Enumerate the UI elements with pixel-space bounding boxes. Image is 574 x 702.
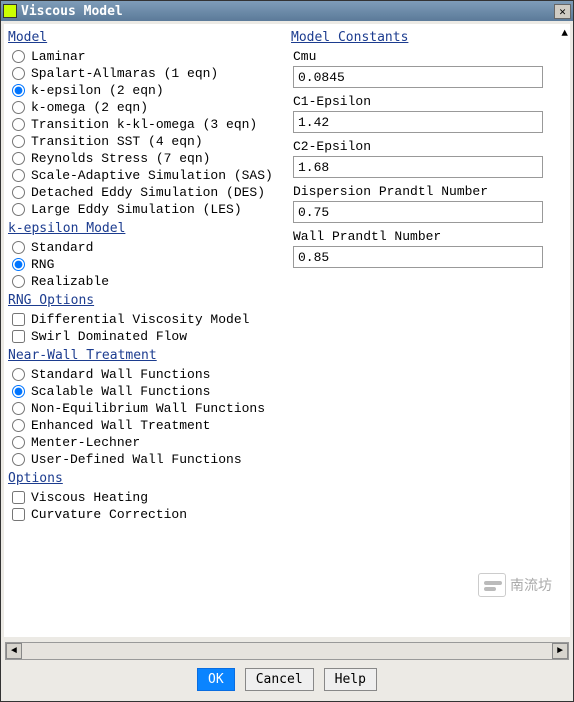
rng-option[interactable]: Swirl Dominated Flow [10, 329, 281, 344]
kepsilon-option[interactable]: RNG [10, 257, 281, 272]
nearwall-option[interactable]: Scalable Wall Functions [10, 384, 281, 399]
model-option[interactable]: Spalart-Allmaras (1 eqn) [10, 66, 281, 81]
model-option[interactable]: Detached Eddy Simulation (DES) [10, 185, 281, 200]
model-option[interactable]: k-omega (2 eqn) [10, 100, 281, 115]
titlebar: Viscous Model ✕ [1, 1, 573, 21]
scroll-right-arrow[interactable]: ► [552, 643, 568, 659]
window-title: Viscous Model [21, 4, 123, 19]
scroll-up-arrow[interactable]: ▲ [561, 28, 568, 40]
nearwall-option[interactable]: Enhanced Wall Treatment [10, 418, 281, 433]
group-title-nearwall: Near-Wall Treatment [8, 348, 283, 363]
viscous-model-dialog: Viscous Model ✕ Model Laminar Spalart-Al… [0, 0, 574, 702]
constant-label: C1-Epsilon [293, 94, 564, 109]
help-button[interactable]: Help [324, 668, 377, 691]
model-option[interactable]: Transition SST (4 eqn) [10, 134, 281, 149]
scroll-left-arrow[interactable]: ◄ [6, 643, 22, 659]
horizontal-scrollbar[interactable]: ◄ ► [5, 642, 569, 660]
model-option[interactable]: k-epsilon (2 eqn) [10, 83, 281, 98]
options-option[interactable]: Viscous Heating [10, 490, 281, 505]
constant-label: C2-Epsilon [293, 139, 564, 154]
dialog-buttons: OK Cancel Help [1, 662, 573, 701]
constant-input-c1epsilon[interactable] [293, 111, 543, 133]
constant-input-wall-prandtl[interactable] [293, 246, 543, 268]
rng-option[interactable]: Differential Viscosity Model [10, 312, 281, 327]
nearwall-option[interactable]: Menter-Lechner [10, 435, 281, 450]
constant-input-dispersion-prandtl[interactable] [293, 201, 543, 223]
constant-label: Wall Prandtl Number [293, 229, 564, 244]
cancel-button[interactable]: Cancel [245, 668, 314, 691]
group-title-model: Model [8, 30, 283, 45]
close-button[interactable]: ✕ [554, 4, 571, 19]
group-title-kepsilon: k-epsilon Model [8, 221, 283, 236]
constant-label: Cmu [293, 49, 564, 64]
kepsilon-option[interactable]: Realizable [10, 274, 281, 289]
model-option[interactable]: Transition k-kl-omega (3 eqn) [10, 117, 281, 132]
nearwall-option[interactable]: Standard Wall Functions [10, 367, 281, 382]
constant-input-cmu[interactable] [293, 66, 543, 88]
left-column: Model Laminar Spalart-Allmaras (1 eqn) k… [6, 26, 285, 635]
constant-input-c2epsilon[interactable] [293, 156, 543, 178]
group-title-constants: Model Constants [291, 30, 566, 45]
nearwall-option[interactable]: User-Defined Wall Functions [10, 452, 281, 467]
right-column: ▲ Model Constants Cmu C1-Epsilon C2-Epsi… [289, 26, 568, 635]
kepsilon-option[interactable]: Standard [10, 240, 281, 255]
content-area: Model Laminar Spalart-Allmaras (1 eqn) k… [4, 24, 570, 637]
constant-label: Dispersion Prandtl Number [293, 184, 564, 199]
nearwall-option[interactable]: Non-Equilibrium Wall Functions [10, 401, 281, 416]
group-title-rng: RNG Options [8, 293, 283, 308]
model-option[interactable]: Reynolds Stress (7 eqn) [10, 151, 281, 166]
app-icon [3, 4, 17, 18]
group-title-options: Options [8, 471, 283, 486]
ok-button[interactable]: OK [197, 668, 235, 691]
model-option[interactable]: Laminar [10, 49, 281, 64]
model-option[interactable]: Scale-Adaptive Simulation (SAS) [10, 168, 281, 183]
model-option[interactable]: Large Eddy Simulation (LES) [10, 202, 281, 217]
options-option[interactable]: Curvature Correction [10, 507, 281, 522]
